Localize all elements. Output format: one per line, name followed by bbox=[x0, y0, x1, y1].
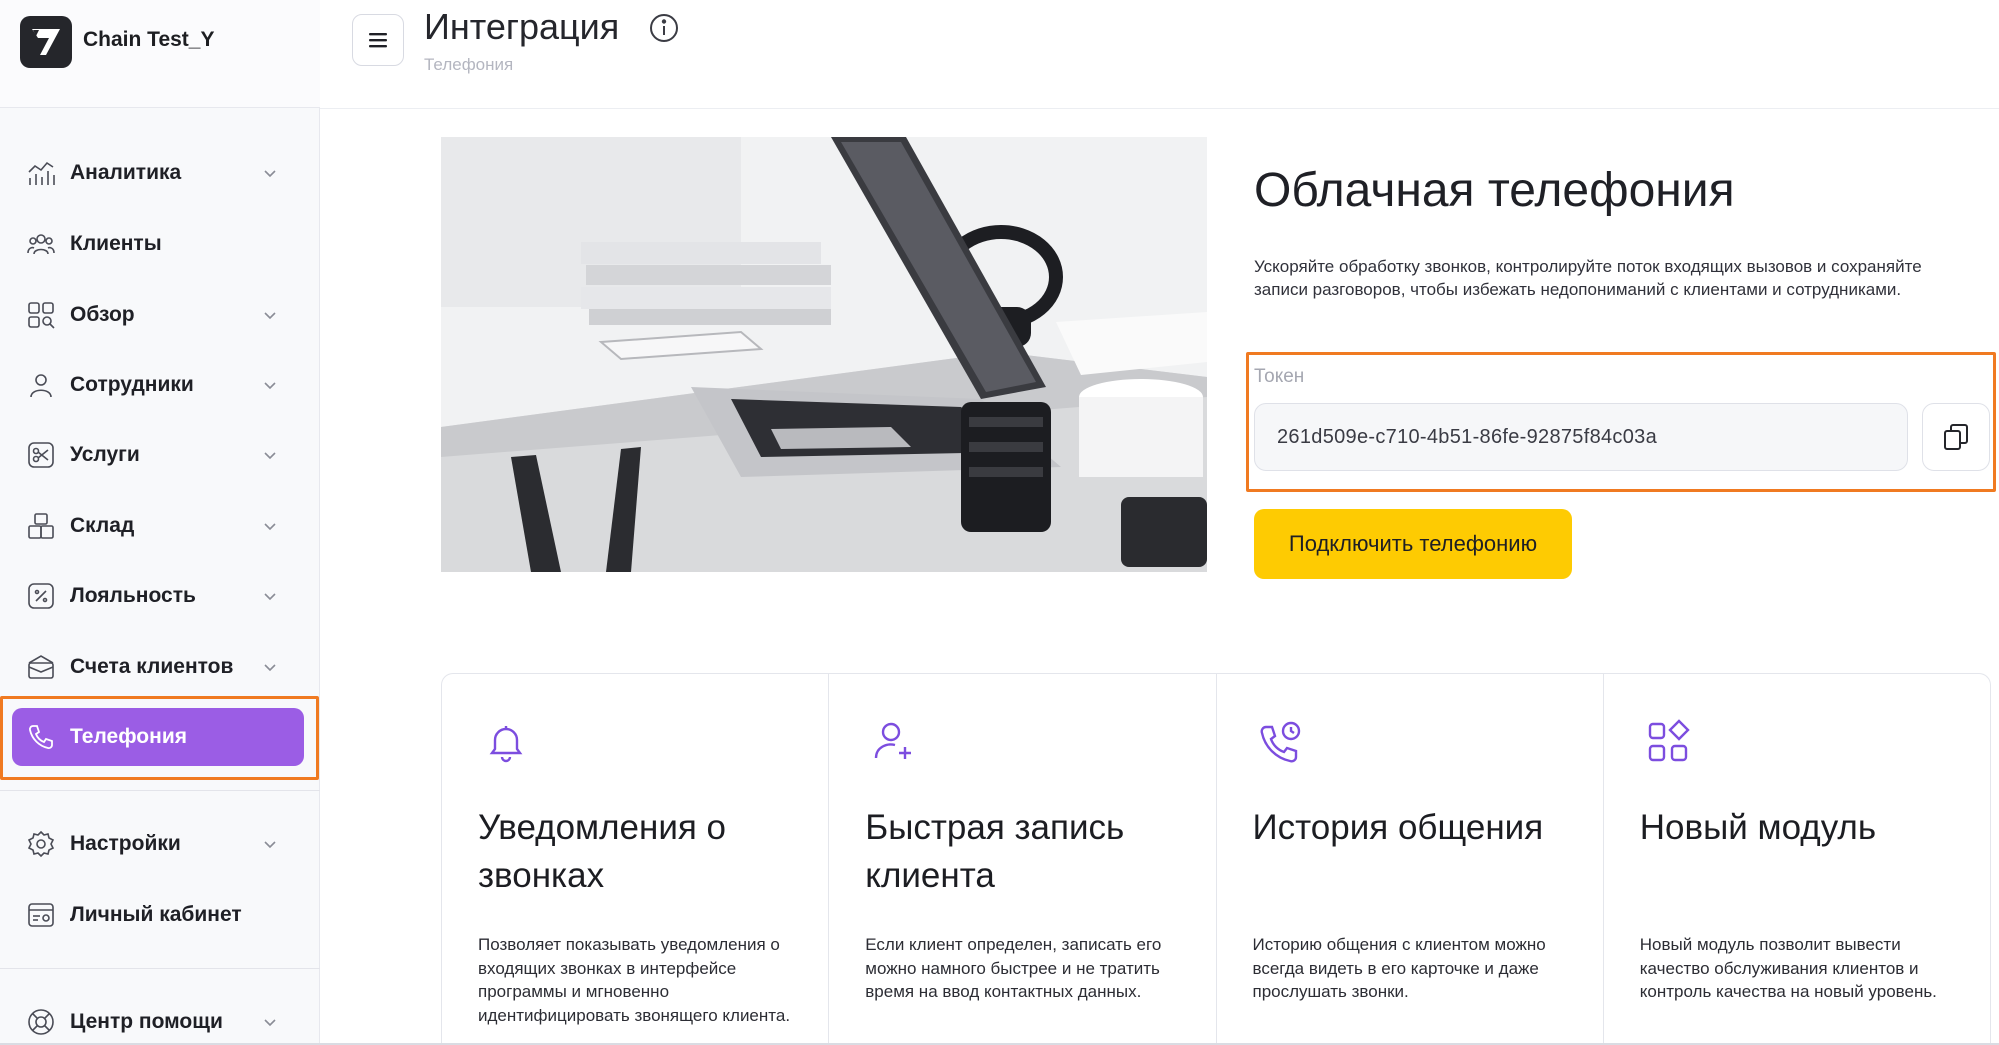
sidebar-item-label: Клиенты bbox=[70, 232, 162, 255]
sidebar-item-services[interactable]: Услуги bbox=[12, 426, 304, 484]
token-field[interactable]: 261d509e-c710-4b51-86fe-92875f84c03a bbox=[1254, 403, 1908, 471]
chevron-down-icon bbox=[264, 170, 276, 178]
token-label: Токен bbox=[1254, 366, 1305, 387]
sidebar-item-clients[interactable]: Клиенты bbox=[12, 215, 304, 273]
page-title: Интеграция bbox=[424, 6, 620, 47]
employees-icon bbox=[24, 368, 58, 402]
highlight-frame-telephony bbox=[0, 696, 319, 780]
modules-icon bbox=[1648, 719, 1690, 762]
hamburger-icon bbox=[369, 33, 387, 48]
copy-icon bbox=[1944, 424, 1968, 450]
feature-title: Быстрая запись клиента bbox=[865, 808, 1125, 895]
sidebar-item-overview[interactable]: Обзор bbox=[12, 286, 304, 344]
settings-icon bbox=[24, 827, 58, 861]
feature-title: Уведомления о звонках bbox=[478, 808, 727, 895]
sidebar-item-settings[interactable]: Настройки bbox=[12, 815, 304, 873]
feature-description: Историю общения с клиентом можно всегда … bbox=[1252, 935, 1546, 1001]
sidebar-divider bbox=[0, 968, 320, 969]
chevron-down-icon bbox=[264, 593, 276, 601]
sidebar-item-label: Настройки bbox=[70, 832, 181, 855]
client-accounts-icon bbox=[24, 650, 58, 684]
feature-card-new-module: Новый модуль Новый модуль позволит вывес… bbox=[1604, 674, 1990, 1045]
sidebar-item-label: Аналитика bbox=[70, 161, 182, 184]
sidebar-item-label: Лояльность bbox=[70, 584, 196, 607]
chevron-down-icon bbox=[264, 382, 276, 390]
clients-icon bbox=[24, 227, 58, 261]
sidebar-item-client-accounts[interactable]: Счета клиентов bbox=[12, 638, 304, 696]
sidebar-item-label: Личный кабинет bbox=[70, 903, 242, 926]
sidebar: Chain Test_Y Аналитика Клиенты Обзор Сот… bbox=[0, 0, 320, 1045]
copy-token-button[interactable] bbox=[1922, 403, 1990, 471]
analytics-icon bbox=[24, 156, 58, 190]
sidebar-item-label: Обзор bbox=[70, 303, 135, 326]
loyalty-icon bbox=[24, 579, 58, 613]
sidebar-item-label: Центр помощи bbox=[70, 1010, 223, 1033]
feature-title: Новый модуль bbox=[1639, 808, 1877, 847]
sidebar-item-analytics[interactable]: Аналитика bbox=[12, 144, 304, 202]
help-center-icon bbox=[24, 1005, 58, 1039]
breadcrumb[interactable]: Телефония bbox=[424, 55, 513, 75]
bell-icon bbox=[489, 726, 523, 763]
feature-description: Если клиент определен, записать его можн… bbox=[865, 935, 1162, 1001]
sidebar-item-personal-account[interactable]: Личный кабинет bbox=[12, 886, 304, 944]
hero-title: Облачная телефония bbox=[1254, 164, 1735, 217]
chevron-down-icon bbox=[264, 664, 276, 672]
chevron-down-icon bbox=[264, 452, 276, 460]
connect-telephony-button[interactable]: Подключить телефонию bbox=[1254, 509, 1572, 579]
feature-card-communication-history: История общения Историю общения с клиент… bbox=[1217, 674, 1604, 1045]
feature-card-quick-booking: Быстрая запись клиента Если клиент опред… bbox=[829, 674, 1217, 1045]
feature-card-call-notifications: Уведомления о звонках Позволяет показыва… bbox=[442, 674, 830, 1045]
chevron-down-icon bbox=[264, 841, 276, 849]
header-divider bbox=[320, 108, 1999, 109]
menu-toggle-button[interactable] bbox=[352, 14, 404, 66]
company-name[interactable]: Chain Test_Y bbox=[83, 28, 214, 52]
chevron-down-icon bbox=[264, 1019, 276, 1027]
sidebar-item-label: Услуги bbox=[70, 443, 140, 466]
sidebar-item-label: Сотрудники bbox=[70, 373, 194, 396]
sidebar-item-label: Склад bbox=[70, 514, 135, 537]
hero-image bbox=[441, 137, 1207, 572]
chevron-down-icon bbox=[264, 312, 276, 320]
chevron-down-icon bbox=[264, 523, 276, 531]
warehouse-icon bbox=[24, 509, 58, 543]
feature-description: Новый модуль позволит вывести качество о… bbox=[1639, 935, 1937, 1001]
sidebar-item-label: Счета клиентов bbox=[70, 655, 234, 678]
info-icon[interactable] bbox=[648, 12, 680, 44]
sidebar-divider bbox=[0, 790, 320, 791]
user-plus-icon bbox=[875, 722, 912, 759]
feature-cards: Уведомления о звонках Позволяет показыва… bbox=[441, 673, 1991, 1045]
personal-account-icon bbox=[24, 898, 58, 932]
phone-history-icon bbox=[1260, 721, 1300, 763]
feature-title: История общения bbox=[1252, 808, 1544, 847]
overview-icon bbox=[24, 298, 58, 332]
sidebar-item-help-center[interactable]: Центр помощи bbox=[12, 993, 304, 1045]
sidebar-item-warehouse[interactable]: Склад bbox=[12, 497, 304, 555]
sidebar-item-employees[interactable]: Сотрудники bbox=[12, 356, 304, 414]
services-icon bbox=[24, 438, 58, 472]
hero-description: Ускоряйте обработку звонков, контролируй… bbox=[1254, 257, 1922, 299]
logo-icon[interactable] bbox=[20, 16, 72, 68]
brand-header: Chain Test_Y bbox=[0, 0, 320, 108]
sidebar-item-loyalty[interactable]: Лояльность bbox=[12, 567, 304, 625]
feature-description: Позволяет показывать уведомления о входя… bbox=[478, 935, 791, 1025]
